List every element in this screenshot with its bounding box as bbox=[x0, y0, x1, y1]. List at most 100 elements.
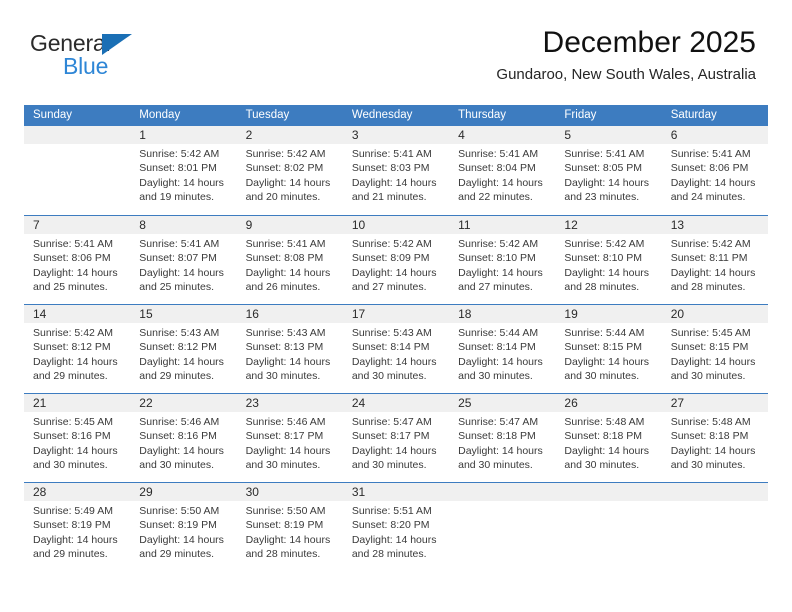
day-number-band: 31 bbox=[342, 483, 450, 501]
day-cell[interactable]: 24 Sunrise: 5:47 AM Sunset: 8:17 PM Dayligh… bbox=[342, 394, 450, 482]
day-cell[interactable]: 20 Sunrise: 5:45 AM Sunset: 8:15 PM Dayligh… bbox=[661, 305, 768, 393]
day-cell[interactable]: 7 Sunrise: 5:41 AM Sunset: 8:06 PM Daylight… bbox=[24, 216, 131, 304]
day-number: 17 bbox=[351, 307, 366, 321]
daylight-text-line1: Daylight: 14 hours bbox=[245, 444, 331, 457]
daylight-text-line2: and 30 minutes. bbox=[245, 459, 321, 472]
sunrise-text: Sunrise: 5:41 AM bbox=[564, 148, 645, 160]
day-cell[interactable]: 4 Sunrise: 5:41 AM Sunset: 8:04 PM Daylight… bbox=[449, 126, 556, 215]
day-number-band: 12 bbox=[555, 216, 662, 234]
weekday-header-sunday: Sunday bbox=[33, 109, 73, 121]
day-number: 20 bbox=[670, 307, 685, 321]
day-cell[interactable]: 16 Sunrise: 5:43 AM Sunset: 8:13 PM Dayligh… bbox=[236, 305, 343, 393]
day-details: Sunrise: 5:47 AM Sunset: 8:17 PM Daylight:… bbox=[343, 412, 449, 473]
day-details: Sunrise: 5:43 AM Sunset: 8:14 PM Daylight:… bbox=[343, 323, 449, 384]
day-cell[interactable]: 26 Sunrise: 5:48 AM Sunset: 8:18 PM Dayligh… bbox=[555, 394, 662, 482]
daylight-text-line1: Daylight: 14 hours bbox=[564, 176, 650, 189]
day-cell[interactable]: 13 Sunrise: 5:42 AM Sunset: 8:11 PM Dayligh… bbox=[661, 216, 768, 304]
day-cell[interactable]: 22 Sunrise: 5:46 AM Sunset: 8:16 PM Dayligh… bbox=[130, 394, 237, 482]
day-cell[interactable]: 29 Sunrise: 5:50 AM Sunset: 8:19 PM Dayligh… bbox=[130, 483, 237, 571]
daylight-text-line2: and 22 minutes. bbox=[458, 191, 533, 204]
sunset-text: Sunset: 8:06 PM bbox=[33, 252, 111, 265]
day-details: Sunrise: 5:42 AM Sunset: 8:09 PM Daylight:… bbox=[343, 234, 449, 295]
day-cell[interactable]: 3 Sunrise: 5:41 AM Sunset: 8:03 PM Daylight… bbox=[342, 126, 450, 215]
daylight-text-line1: Daylight: 14 hours bbox=[33, 355, 118, 368]
day-number-band: 30 bbox=[236, 483, 343, 501]
daylight-text-line1: Daylight: 14 hours bbox=[351, 176, 437, 189]
day-number-band: 26 bbox=[555, 394, 662, 412]
day-number-band: 15 bbox=[130, 305, 237, 323]
day-cell[interactable]: 8 Sunrise: 5:41 AM Sunset: 8:07 PM Daylight… bbox=[130, 216, 237, 304]
day-number-band: 8 bbox=[130, 216, 237, 234]
day-cell[interactable]: 6 Sunrise: 5:41 AM Sunset: 8:06 PM Daylight… bbox=[661, 126, 768, 215]
day-details bbox=[24, 144, 130, 147]
day-cell[interactable]: 12 Sunrise: 5:42 AM Sunset: 8:10 PM Dayligh… bbox=[555, 216, 662, 304]
day-number-band: 18 bbox=[449, 305, 556, 323]
day-cell[interactable]: 17 Sunrise: 5:43 AM Sunset: 8:14 PM Dayligh… bbox=[342, 305, 450, 393]
sunrise-text: Sunrise: 5:49 AM bbox=[33, 505, 113, 517]
daylight-text-line1: Daylight: 14 hours bbox=[139, 355, 224, 368]
day-cell[interactable]: 1 Sunrise: 5:42 AM Sunset: 8:01 PM Daylight… bbox=[130, 126, 237, 215]
week-row: 1 Sunrise: 5:42 AM Sunset: 8:01 PM Daylight… bbox=[24, 126, 768, 215]
day-details: Sunrise: 5:42 AM Sunset: 8:01 PM Daylight:… bbox=[130, 144, 236, 205]
day-number: 19 bbox=[564, 307, 578, 321]
day-details: Sunrise: 5:50 AM Sunset: 8:19 PM Daylight:… bbox=[237, 501, 343, 562]
day-cell[interactable]: 31 Sunrise: 5:51 AM Sunset: 8:20 PM Dayligh… bbox=[342, 483, 450, 571]
daylight-text-line2: and 25 minutes. bbox=[33, 281, 108, 294]
day-number-band: 24 bbox=[342, 394, 450, 412]
brand-row-top: General bbox=[30, 30, 210, 56]
day-details: Sunrise: 5:47 AM Sunset: 8:18 PM Daylight:… bbox=[449, 412, 555, 473]
day-cell[interactable]: 27 Sunrise: 5:48 AM Sunset: 8:18 PM Dayligh… bbox=[661, 394, 768, 482]
day-number: 23 bbox=[245, 396, 259, 410]
daylight-text-line2: and 30 minutes. bbox=[351, 370, 427, 383]
day-cell[interactable]: 11 Sunrise: 5:42 AM Sunset: 8:10 PM Dayligh… bbox=[449, 216, 556, 304]
day-cell[interactable]: 23 Sunrise: 5:46 AM Sunset: 8:17 PM Dayligh… bbox=[236, 394, 343, 482]
daylight-text-line1: Daylight: 14 hours bbox=[33, 533, 118, 546]
day-number-band: 16 bbox=[236, 305, 343, 323]
sunset-text: Sunset: 8:20 PM bbox=[351, 519, 430, 532]
day-cell[interactable]: 10 Sunrise: 5:42 AM Sunset: 8:09 PM Dayligh… bbox=[342, 216, 450, 304]
day-number: 16 bbox=[245, 307, 259, 321]
day-details bbox=[555, 501, 661, 504]
day-number: 10 bbox=[351, 218, 366, 232]
day-cell[interactable]: 18 Sunrise: 5:44 AM Sunset: 8:14 PM Dayligh… bbox=[449, 305, 556, 393]
sunset-text: Sunset: 8:17 PM bbox=[245, 430, 324, 443]
daylight-text-line1: Daylight: 14 hours bbox=[245, 355, 331, 368]
day-cell[interactable]: 25 Sunrise: 5:47 AM Sunset: 8:18 PM Dayligh… bbox=[449, 394, 556, 482]
calendar-weeks: 1 Sunrise: 5:42 AM Sunset: 8:01 PM Daylight… bbox=[24, 126, 768, 571]
day-number-band: 29 bbox=[130, 483, 237, 501]
day-cell[interactable]: 15 Sunrise: 5:43 AM Sunset: 8:12 PM Dayligh… bbox=[130, 305, 237, 393]
daylight-text-line2: and 30 minutes. bbox=[458, 370, 533, 383]
sunset-text: Sunset: 8:18 PM bbox=[670, 430, 749, 443]
week-row: 21 Sunrise: 5:45 AM Sunset: 8:16 PM Dayligh… bbox=[24, 393, 768, 482]
day-cell[interactable]: 5 Sunrise: 5:41 AM Sunset: 8:05 PM Daylight… bbox=[555, 126, 662, 215]
sunrise-text: Sunrise: 5:41 AM bbox=[139, 238, 220, 250]
page-subtitle: Gundaroo, New South Wales, Australia bbox=[496, 66, 756, 83]
day-cell[interactable]: 30 Sunrise: 5:50 AM Sunset: 8:19 PM Dayligh… bbox=[236, 483, 343, 571]
day-number-band bbox=[24, 126, 131, 144]
day-details: Sunrise: 5:45 AM Sunset: 8:16 PM Daylight:… bbox=[24, 412, 130, 473]
day-cell[interactable]: 9 Sunrise: 5:41 AM Sunset: 8:08 PM Daylight… bbox=[236, 216, 343, 304]
sunrise-text: Sunrise: 5:42 AM bbox=[139, 148, 220, 160]
day-number: 15 bbox=[139, 307, 153, 321]
daylight-text-line2: and 25 minutes. bbox=[139, 281, 214, 294]
triangle-icon bbox=[102, 34, 132, 55]
day-number: 12 bbox=[564, 218, 578, 232]
day-cell[interactable]: 28 Sunrise: 5:49 AM Sunset: 8:19 PM Dayligh… bbox=[24, 483, 131, 571]
sunset-text: Sunset: 8:08 PM bbox=[245, 252, 324, 265]
day-details: Sunrise: 5:48 AM Sunset: 8:18 PM Daylight:… bbox=[662, 412, 768, 473]
day-number-band: 17 bbox=[342, 305, 450, 323]
daylight-text-line2: and 27 minutes. bbox=[351, 281, 427, 294]
brand-logo[interactable]: General Blue bbox=[30, 30, 210, 82]
sunset-text: Sunset: 8:17 PM bbox=[351, 430, 430, 443]
sunset-text: Sunset: 8:03 PM bbox=[351, 162, 430, 175]
day-cell[interactable]: 21 Sunrise: 5:45 AM Sunset: 8:16 PM Dayligh… bbox=[24, 394, 131, 482]
day-number: 27 bbox=[670, 396, 685, 410]
day-cell[interactable]: 14 Sunrise: 5:42 AM Sunset: 8:12 PM Dayligh… bbox=[24, 305, 131, 393]
sunrise-text: Sunrise: 5:46 AM bbox=[245, 416, 326, 428]
day-cell[interactable]: 2 Sunrise: 5:42 AM Sunset: 8:02 PM Daylight… bbox=[236, 126, 343, 215]
day-details: Sunrise: 5:50 AM Sunset: 8:19 PM Daylight:… bbox=[130, 501, 236, 562]
day-cell[interactable]: 19 Sunrise: 5:44 AM Sunset: 8:15 PM Dayligh… bbox=[555, 305, 662, 393]
daylight-text-line1: Daylight: 14 hours bbox=[458, 444, 543, 457]
daylight-text-line2: and 30 minutes. bbox=[564, 459, 640, 472]
weekday-header-wednesday: Wednesday bbox=[351, 109, 413, 121]
